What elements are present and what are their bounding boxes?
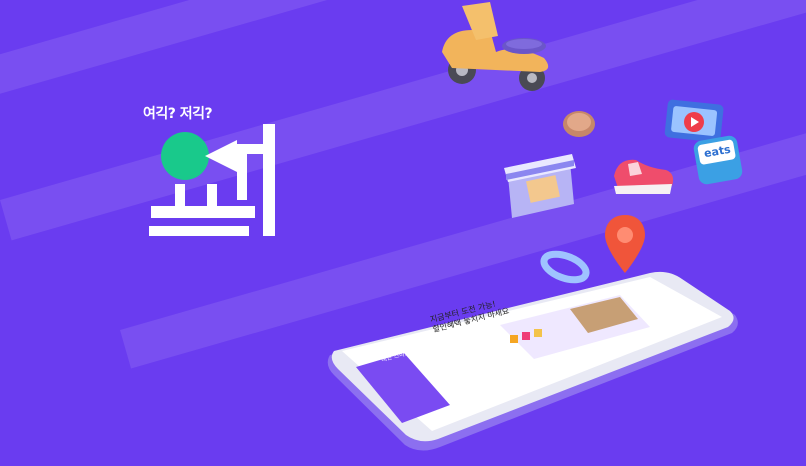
scooter-icon <box>442 2 549 91</box>
coin-icon <box>563 111 595 137</box>
store-icon <box>504 154 576 218</box>
bg-stripe <box>0 0 395 97</box>
sneaker-icon <box>614 159 674 194</box>
hero-banner: 여긱? 저긱? eats 지금부터 도전 가능! 할인혜택 놓치지 마세요 대한… <box>0 0 806 466</box>
yogik-logo <box>149 124 275 236</box>
eats-box-icon <box>693 135 743 185</box>
